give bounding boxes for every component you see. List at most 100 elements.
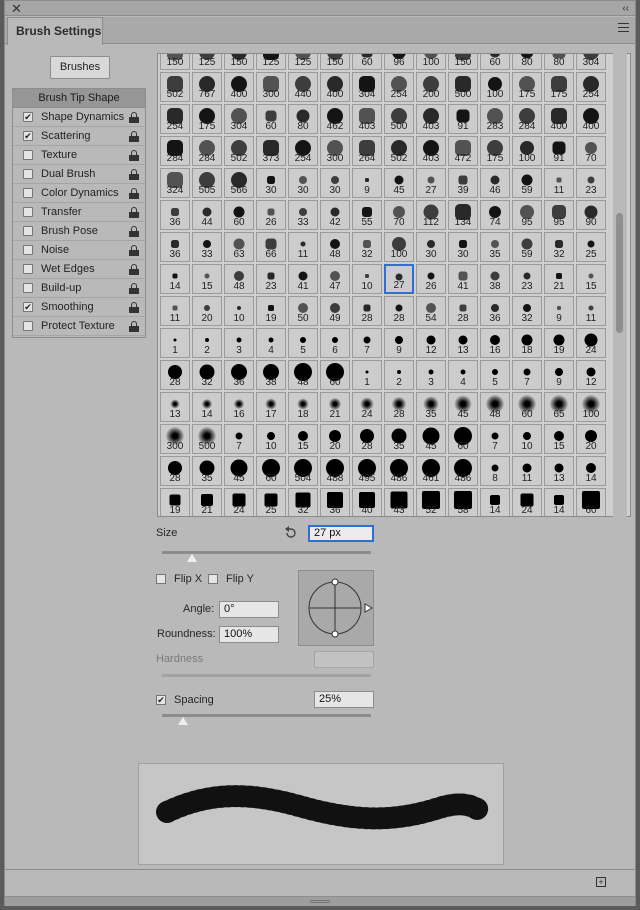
brush-preset[interactable]: 175 xyxy=(512,72,542,102)
brush-preset[interactable]: 28 xyxy=(352,424,382,454)
brush-preset[interactable]: 461 xyxy=(416,456,446,486)
brush-preset[interactable]: 100 xyxy=(576,392,606,422)
brush-preset[interactable]: 13 xyxy=(448,328,478,358)
brush-preset[interactable]: 36 xyxy=(320,488,350,516)
brush-preset[interactable]: 28 xyxy=(160,360,190,390)
brush-preset[interactable]: 27 xyxy=(384,264,414,294)
brush-preset[interactable]: 60 xyxy=(480,54,510,70)
brush-preset[interactable]: 66 xyxy=(256,232,286,262)
brush-preset[interactable]: 100 xyxy=(416,54,446,70)
brush-preset[interactable]: 767 xyxy=(192,72,222,102)
brush-preset[interactable]: 254 xyxy=(384,72,414,102)
brush-preset[interactable]: 14 xyxy=(576,456,606,486)
brush-preset[interactable]: 48 xyxy=(320,232,350,262)
brush-preset[interactable]: 24 xyxy=(512,488,542,516)
brush-preset[interactable]: 25 xyxy=(576,232,606,262)
lock-icon[interactable] xyxy=(129,207,139,218)
brush-preset[interactable]: 300 xyxy=(256,72,286,102)
brush-preset[interactable]: 304 xyxy=(352,72,382,102)
brush-preset[interactable]: 32 xyxy=(352,232,382,262)
brush-preset[interactable]: 17 xyxy=(256,392,286,422)
brush-preset[interactable]: 500 xyxy=(192,424,222,454)
brush-preset[interactable]: 54 xyxy=(416,296,446,326)
brush-preset[interactable]: 502 xyxy=(224,136,254,166)
brush-preset[interactable]: 3 xyxy=(416,360,446,390)
brush-preset[interactable]: 7 xyxy=(352,328,382,358)
brush-preset[interactable]: 1 xyxy=(352,360,382,390)
brush-preset[interactable]: 100 xyxy=(512,136,542,166)
settings-item-checkbox[interactable] xyxy=(23,226,33,236)
brush-preset[interactable]: 52 xyxy=(416,488,446,516)
brush-preset[interactable]: 5 xyxy=(480,360,510,390)
brush-preset[interactable]: 284 xyxy=(160,136,190,166)
brush-preset[interactable]: 14 xyxy=(192,392,222,422)
brush-preset[interactable]: 125 xyxy=(288,54,318,70)
brush-preset[interactable]: 23 xyxy=(256,264,286,294)
collapse-icon[interactable]: ‹‹ xyxy=(622,1,629,16)
brush-preset[interactable]: 60 xyxy=(256,104,286,134)
brush-preset[interactable]: 41 xyxy=(288,264,318,294)
brush-preset[interactable]: 4 xyxy=(448,360,478,390)
brush-preset[interactable]: 502 xyxy=(384,136,414,166)
brush-preset[interactable]: 33 xyxy=(288,200,318,230)
settings-item-noise[interactable]: Noise xyxy=(13,241,145,260)
lock-icon[interactable] xyxy=(129,226,139,237)
brush-preset[interactable]: 95 xyxy=(512,200,542,230)
brush-preset[interactable]: 16 xyxy=(224,392,254,422)
brush-preset[interactable]: 19 xyxy=(544,328,574,358)
brush-preset[interactable]: 488 xyxy=(320,456,350,486)
brush-preset[interactable]: 500 xyxy=(384,104,414,134)
settings-item-color-dynamics[interactable]: Color Dynamics xyxy=(13,184,145,203)
brush-preset[interactable]: 486 xyxy=(384,456,414,486)
brush-preset[interactable]: 32 xyxy=(288,488,318,516)
brush-preset[interactable]: 30 xyxy=(320,168,350,198)
settings-item-checkbox[interactable]: ✔ xyxy=(23,131,33,141)
brush-preset[interactable]: 472 xyxy=(448,136,478,166)
brush-preset[interactable]: 35 xyxy=(480,232,510,262)
new-preset-icon[interactable]: + xyxy=(596,877,606,887)
flip-y-checkbox[interactable] xyxy=(208,574,218,584)
brush-preset[interactable]: 35 xyxy=(416,392,446,422)
brush-preset[interactable]: 10 xyxy=(256,424,286,454)
brush-preset[interactable]: 566 xyxy=(224,168,254,198)
brush-preset[interactable]: 30 xyxy=(416,232,446,262)
brush-preset[interactable]: 175 xyxy=(544,72,574,102)
brush-preset[interactable]: 44 xyxy=(192,200,222,230)
brush-preset[interactable]: 14 xyxy=(544,488,574,516)
brush-preset[interactable]: 15 xyxy=(288,424,318,454)
lock-icon[interactable] xyxy=(129,321,139,332)
brush-preset[interactable]: 60 xyxy=(352,54,382,70)
brush-preset[interactable]: 284 xyxy=(192,136,222,166)
brush-preset[interactable]: 11 xyxy=(160,296,190,326)
settings-item-checkbox[interactable] xyxy=(23,283,33,293)
brush-preset[interactable]: 30 xyxy=(448,232,478,262)
brush-preset[interactable]: 11 xyxy=(288,232,318,262)
brush-preset[interactable]: 100 xyxy=(384,232,414,262)
resize-handle[interactable] xyxy=(5,896,635,906)
reset-size-icon[interactable] xyxy=(284,526,298,540)
brush-preset[interactable]: 24 xyxy=(224,488,254,516)
brush-preset[interactable]: 14 xyxy=(160,264,190,294)
brush-preset[interactable]: 80 xyxy=(544,54,574,70)
brush-preset[interactable]: 21 xyxy=(544,264,574,294)
brush-preset[interactable]: 7 xyxy=(512,360,542,390)
brush-preset[interactable]: 28 xyxy=(448,296,478,326)
brush-preset[interactable]: 19 xyxy=(160,488,190,516)
lock-icon[interactable] xyxy=(129,245,139,256)
lock-icon[interactable] xyxy=(129,112,139,123)
settings-item-checkbox[interactable] xyxy=(23,321,33,331)
brush-preset[interactable]: 39 xyxy=(448,168,478,198)
brush-preset[interactable]: 21 xyxy=(192,488,222,516)
brush-preset[interactable]: 41 xyxy=(448,264,478,294)
lock-icon[interactable] xyxy=(129,283,139,294)
brush-preset[interactable]: 486 xyxy=(448,456,478,486)
brush-preset[interactable]: 49 xyxy=(320,296,350,326)
brush-preset[interactable]: 55 xyxy=(352,200,382,230)
brush-preset[interactable]: 28 xyxy=(160,456,190,486)
spacing-input[interactable]: 25% xyxy=(314,691,374,708)
brush-preset[interactable]: 300 xyxy=(320,136,350,166)
brush-preset[interactable]: 43 xyxy=(384,488,414,516)
settings-item-checkbox[interactable] xyxy=(23,169,33,179)
brush-preset[interactable]: 150 xyxy=(448,54,478,70)
brush-preset[interactable]: 48 xyxy=(288,360,318,390)
